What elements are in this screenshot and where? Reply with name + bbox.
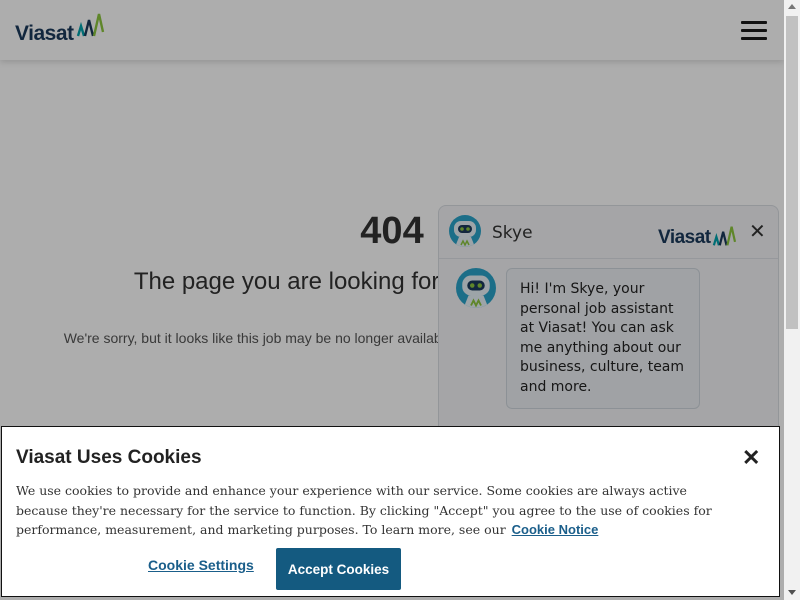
cookie-body-text: We use cookies to provide and enhance yo… — [16, 483, 712, 537]
cookie-banner-body: We use cookies to provide and enhance yo… — [16, 481, 736, 540]
scroll-up-arrow-icon[interactable] — [788, 4, 796, 9]
cookie-notice-link[interactable]: Cookie Notice — [512, 522, 599, 537]
accept-cookies-button[interactable]: Accept Cookies — [276, 548, 401, 590]
cookie-banner: Viasat Uses Cookies ✕ We use cookies to … — [1, 426, 780, 597]
cookie-banner-title: Viasat Uses Cookies — [16, 447, 202, 468]
scroll-down-arrow-icon[interactable] — [788, 590, 796, 595]
cookie-close-icon[interactable]: ✕ — [742, 447, 760, 469]
cookie-settings-button[interactable]: Cookie Settings — [148, 557, 254, 573]
scroll-thumb[interactable] — [786, 16, 798, 329]
scrollbar[interactable] — [784, 0, 800, 600]
